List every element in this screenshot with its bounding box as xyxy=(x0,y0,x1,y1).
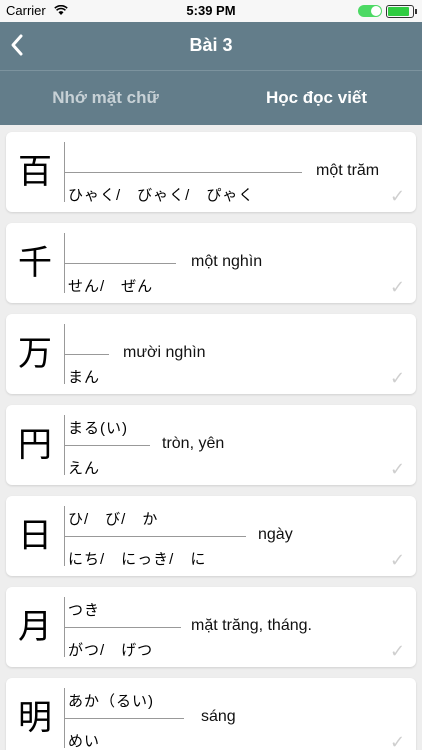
kanji-character: 万 xyxy=(18,334,52,374)
kanji-card[interactable]: 日 ひ/ び/ か にち/ にっき/ に ngày ✓ xyxy=(6,496,416,576)
checkmark-icon[interactable]: ✓ xyxy=(390,187,406,205)
on-reading: がつ/ げつ xyxy=(68,642,154,659)
kanji-card[interactable]: 月 つき がつ/ げつ mặt trăng, tháng. ✓ xyxy=(6,587,416,667)
kanji-list: 百 ひゃく/ びゃく/ ぴゃく một trăm ✓ 千 せん/ ぜん một … xyxy=(0,124,422,750)
meaning-text: ngày xyxy=(258,526,293,543)
on-reading: えん xyxy=(68,460,101,477)
kun-reading: ひ/ び/ か xyxy=(68,511,159,528)
divider xyxy=(64,627,181,628)
navigation-bar: Bài 3 xyxy=(0,22,422,70)
divider xyxy=(64,445,150,446)
divider xyxy=(64,718,184,719)
meaning-text: mười nghìn xyxy=(123,344,206,361)
kanji-card[interactable]: 千 せん/ ぜん một nghìn ✓ xyxy=(6,223,416,303)
kanji-character: 百 xyxy=(18,152,52,192)
kanji-character: 円 xyxy=(18,425,52,465)
meaning-text: một trăm xyxy=(316,162,380,179)
divider xyxy=(64,263,176,264)
checkmark-icon[interactable]: ✓ xyxy=(390,733,406,750)
tab-hoc-doc-viet[interactable]: Học đọc viết xyxy=(211,71,422,125)
divider xyxy=(64,172,302,173)
kanji-card[interactable]: 円 まる(い) えん tròn, yên ✓ xyxy=(6,405,416,485)
checkmark-icon[interactable]: ✓ xyxy=(390,369,406,387)
toggle-icon xyxy=(358,5,382,17)
checkmark-icon[interactable]: ✓ xyxy=(390,642,406,660)
meaning-text: một nghìn xyxy=(191,253,263,270)
on-reading: まん xyxy=(68,369,101,386)
divider xyxy=(64,354,109,355)
kun-reading: まる(い) xyxy=(68,420,128,437)
on-reading: ひゃく/ びゃく/ ぴゃく xyxy=(68,187,255,204)
kanji-card[interactable]: 万 まん mười nghìn ✓ xyxy=(6,314,416,394)
meaning-text: sáng xyxy=(201,708,236,725)
page-title: Bài 3 xyxy=(189,35,233,55)
on-reading: めい xyxy=(68,733,101,750)
kun-reading: つき xyxy=(68,602,101,619)
meaning-text: tròn, yên xyxy=(162,435,225,452)
checkmark-icon[interactable]: ✓ xyxy=(390,278,406,296)
checkmark-icon[interactable]: ✓ xyxy=(390,551,406,569)
status-bar: Carrier 5:39 PM xyxy=(0,0,422,22)
on-reading: にち/ にっき/ に xyxy=(68,551,207,568)
battery-icon xyxy=(386,5,417,18)
kanji-card[interactable]: 明 あか（るい) めい sáng ✓ xyxy=(6,678,416,750)
kanji-character: 日 xyxy=(18,516,52,556)
kun-reading: あか（るい) xyxy=(68,693,154,710)
kanji-character: 明 xyxy=(18,698,52,738)
checkmark-icon[interactable]: ✓ xyxy=(390,460,406,478)
divider xyxy=(64,536,246,537)
segment-tabs: Nhớ mặt chữ Học đọc viết xyxy=(0,70,422,125)
kanji-character: 千 xyxy=(18,243,52,283)
kanji-character: 月 xyxy=(18,607,52,647)
tab-nho-mat-chu[interactable]: Nhớ mặt chữ xyxy=(0,71,211,125)
on-reading: せん/ ぜん xyxy=(68,278,154,295)
meaning-text: mặt trăng, tháng. xyxy=(191,617,312,634)
kanji-card[interactable]: 百 ひゃく/ びゃく/ ぴゃく một trăm ✓ xyxy=(6,132,416,212)
